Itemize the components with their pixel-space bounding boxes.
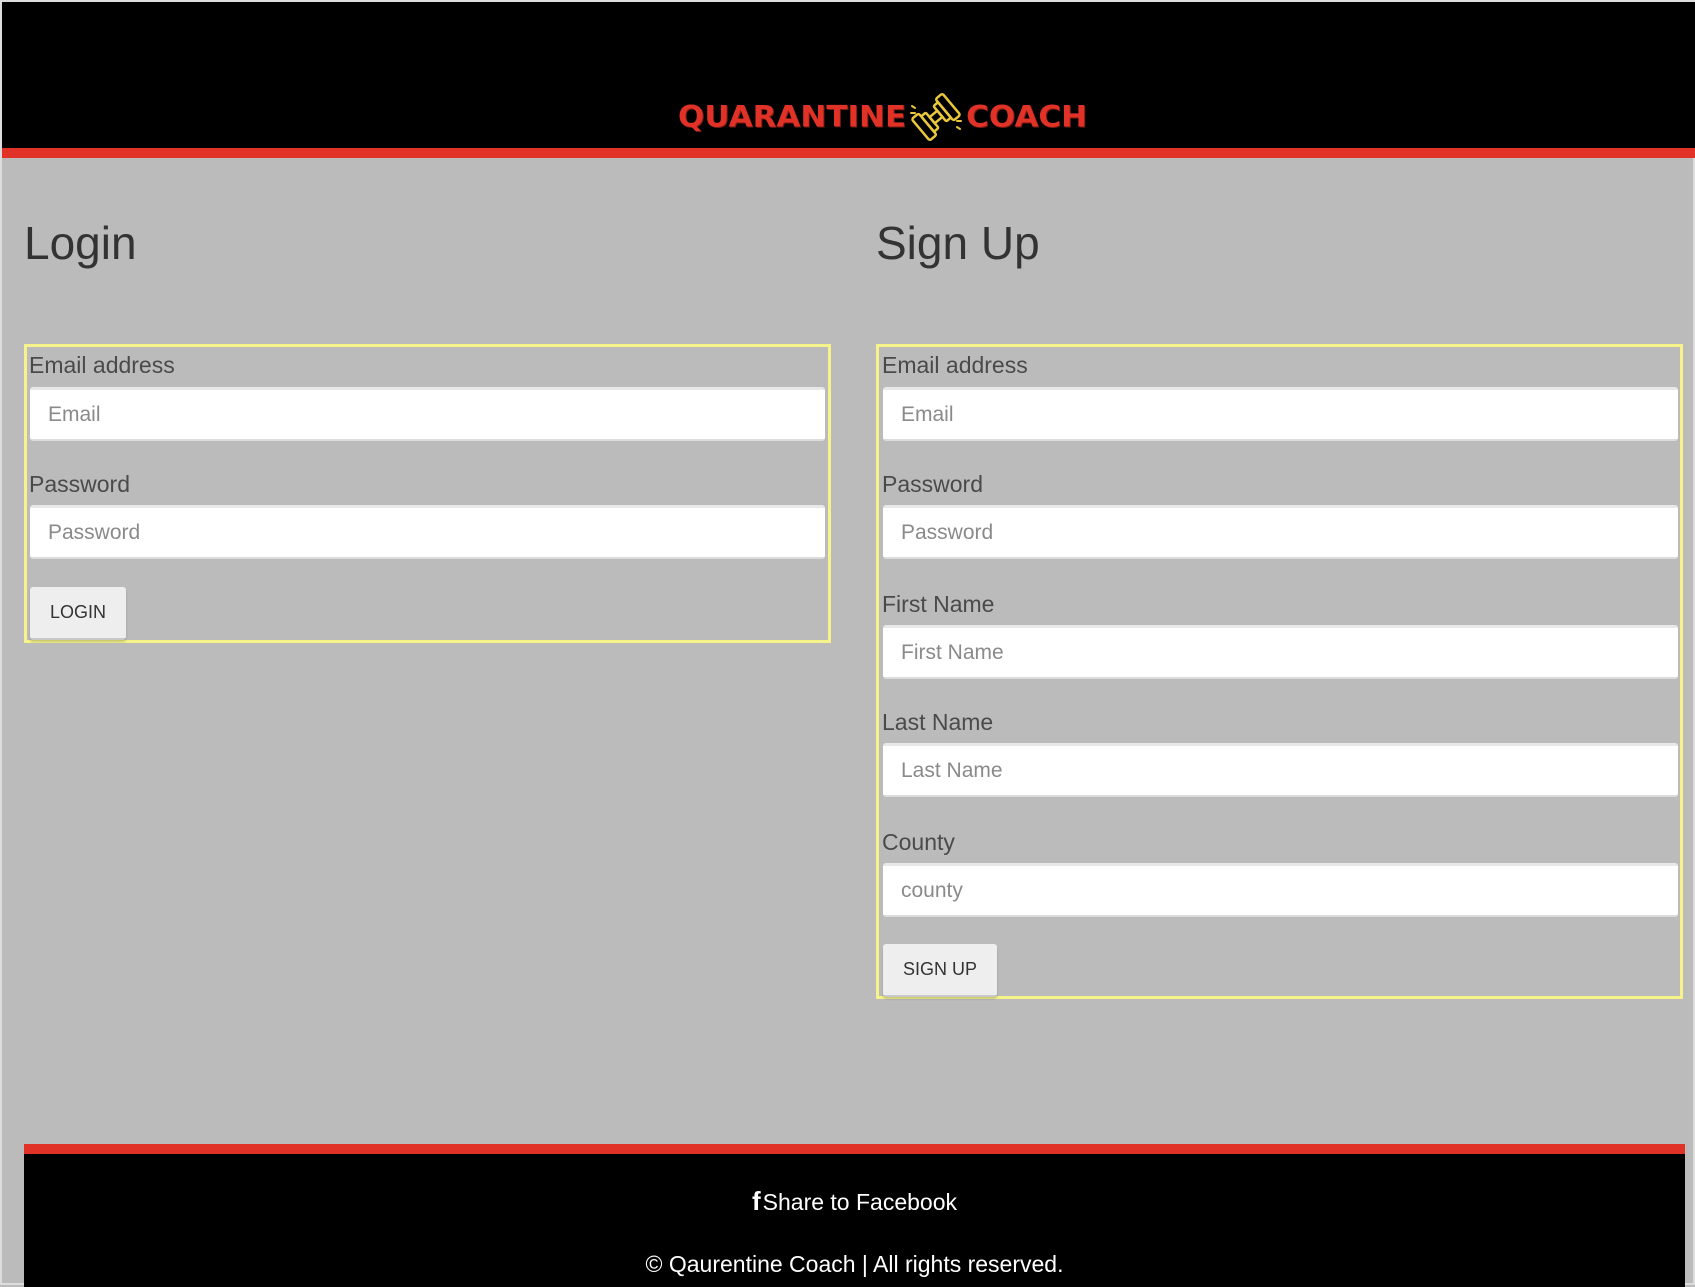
signup-email-label: Email address [882,352,1028,378]
login-password-input[interactable] [30,505,825,559]
site-header: QUARANTINE COACH [2,2,1695,148]
share-to-facebook-link[interactable]: fShare to Facebook [24,1188,1685,1214]
site-logo[interactable]: QUARANTINE COACH [678,86,1087,148]
header-accent-stripe [2,148,1695,158]
signup-county-label: County [882,829,955,855]
signup-email-input[interactable] [883,387,1678,441]
login-button[interactable]: LOGIN [30,587,127,640]
logo-text-coach: COACH [966,99,1088,135]
share-to-facebook-label: Share to Facebook [762,1189,957,1215]
signup-password-label: Password [882,471,983,497]
signup-county-input[interactable] [883,863,1678,917]
signup-first-name-input[interactable] [883,625,1678,679]
login-email-input[interactable] [30,387,825,441]
facebook-f-icon: f [751,1186,761,1216]
signup-form: Email address Password First Name Last N… [876,344,1683,999]
footer-accent-stripe [24,1144,1685,1154]
dumbbell-icon [910,92,963,142]
copyright-text: © Qaurentine Coach | All rights reserved… [645,1251,1064,1277]
signup-title: Sign Up [876,217,1040,269]
login-password-label: Password [29,471,130,497]
login-title: Login [24,217,137,269]
site-footer: fShare to Facebook © Qaurentine Coach | … [24,1154,1685,1287]
signup-button[interactable]: SIGN UP [883,944,998,997]
signup-password-input[interactable] [883,505,1678,559]
login-email-label: Email address [29,352,175,378]
logo-text-quarantine: QUARANTINE [678,99,907,135]
signup-first-name-label: First Name [882,591,995,617]
login-form: Email address Password LOGIN [24,344,831,643]
signup-last-name-label: Last Name [882,709,994,735]
signup-last-name-input[interactable] [883,743,1678,797]
